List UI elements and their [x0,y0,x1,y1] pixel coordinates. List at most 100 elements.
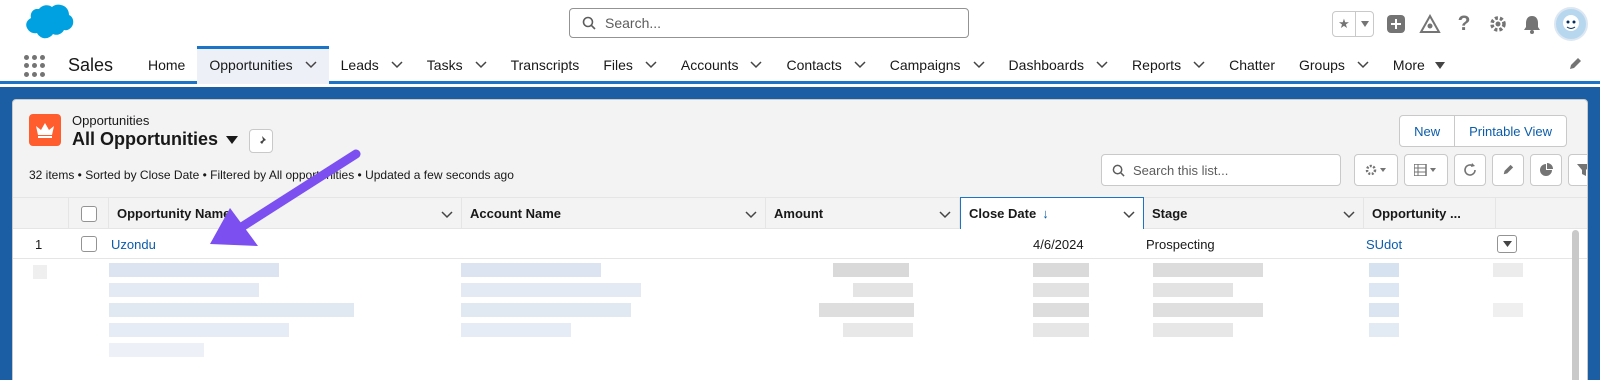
nav-tab-home[interactable]: Home [136,46,197,84]
favorites-star-icon[interactable]: ★ [1333,12,1355,36]
chevron-down-icon[interactable] [1123,207,1135,222]
nav-tab-groups[interactable]: Groups [1287,46,1381,84]
nav-tab-label: Home [148,57,186,73]
pin-icon[interactable] [249,129,273,153]
chevron-down-icon[interactable] [475,61,487,69]
list-view-tools [1354,154,1587,186]
chevron-down-icon[interactable] [1434,61,1445,69]
nav-tab-dashboards[interactable]: Dashboards [997,46,1121,84]
chevron-down-icon[interactable] [750,61,762,69]
nav-tab-leads[interactable]: Leads [329,46,415,84]
help-icon[interactable]: ? [1452,12,1476,36]
column-header-amount[interactable]: Amount [766,198,960,229]
new-button[interactable]: New [1400,116,1454,146]
column-label: Account Name [470,206,562,221]
list-view-meta: 32 items • Sorted by Close Date • Filter… [29,168,514,182]
nav-tab-campaigns[interactable]: Campaigns [878,46,997,84]
edit-list-pencil-icon[interactable] [1492,154,1524,186]
display-as-table-icon[interactable] [1404,154,1448,186]
nav-tab-contacts[interactable]: Contacts [774,46,877,84]
sort-arrow-down-icon: ↓ [1042,206,1049,221]
column-header-close-date[interactable]: Close Date ↓ [960,197,1144,230]
nav-tab-label: Tasks [426,57,463,73]
nav-tabs: Home Opportunities Leads Tasks Transcripts Fi… [136,46,1457,84]
close-date-cell: 4/6/2024 [1033,236,1084,252]
opportunity-name-link[interactable]: Uzondu [111,229,156,259]
object-label: Opportunities [72,113,150,128]
select-all-checkbox[interactable] [80,205,97,222]
list-search-input[interactable]: Search this list... [1101,154,1341,186]
column-header-opportunity-name[interactable]: Opportunity Name [109,198,462,229]
blurred-rows [13,259,1587,380]
search-icon [1112,164,1125,177]
chevron-down-icon[interactable] [1343,207,1355,222]
user-avatar[interactable] [1554,7,1588,41]
chevron-down-icon[interactable] [1193,61,1205,69]
nav-tab-chatter[interactable]: Chatter [1217,46,1287,84]
column-label: Opportunity Name [117,206,231,221]
caret-down-icon[interactable] [226,135,238,144]
owner-link[interactable]: SUdot [1366,229,1402,259]
charts-icon[interactable] [1530,154,1562,186]
add-icon[interactable] [1384,12,1408,36]
table-header: Opportunity Name Account Name Amount Clo… [13,197,1587,230]
chevron-down-icon[interactable] [441,207,453,222]
refresh-icon[interactable] [1454,154,1486,186]
global-search-placeholder: Search... [605,15,662,31]
column-header-opportunity-owner[interactable]: Opportunity ... [1364,198,1496,229]
row-checkbox[interactable] [81,236,97,252]
nav-tab-tasks[interactable]: Tasks [415,46,499,84]
app-name: Sales [68,55,114,75]
global-search-input[interactable]: Search... [569,8,969,38]
list-search-placeholder: Search this list... [1133,162,1229,178]
chevron-down-icon[interactable] [939,207,951,222]
nav-tab-files[interactable]: Files [591,46,669,84]
chevron-down-icon[interactable] [645,61,657,69]
chevron-down-icon[interactable] [854,61,866,69]
chevron-down-icon[interactable] [1497,235,1517,253]
column-label: Close Date [969,206,1037,221]
chevron-down-icon[interactable] [1096,61,1108,69]
nav-tab-label: Accounts [680,57,739,73]
list-view-card: Opportunities All Opportunities 32 items… [12,99,1588,380]
opportunity-crown-icon [29,114,61,146]
column-header-stage[interactable]: Stage [1144,198,1364,229]
column-label: Opportunity ... [1372,206,1461,221]
list-action-buttons: New Printable View [1399,115,1567,147]
filter-icon[interactable] [1568,154,1587,186]
chevron-down-icon[interactable] [1355,12,1373,36]
chevron-down-icon[interactable] [973,61,985,69]
app-navigation-bar: Sales Home Opportunities Leads Tasks Transcr… [0,46,1600,84]
row-actions[interactable] [1497,229,1517,259]
salesforce-logo[interactable] [14,4,76,46]
chevron-down-icon[interactable] [305,61,317,69]
table-row[interactable]: 1 Uzondu 4/6/2024 Prospecting SUdot [13,229,1587,259]
notifications-bell-icon[interactable] [1520,12,1544,36]
chevron-down-icon[interactable] [1357,61,1369,69]
edit-nav-pencil-icon[interactable] [1568,57,1582,74]
chevron-down-icon[interactable] [745,207,757,222]
nav-tab-reports[interactable]: Reports [1120,46,1217,84]
nav-tab-opportunities[interactable]: Opportunities [197,46,329,84]
nav-tab-label: Chatter [1229,57,1275,73]
list-view-selector[interactable]: All Opportunities [72,129,238,150]
trailhead-icon[interactable] [1418,12,1442,36]
opportunities-table: Opportunity Name Account Name Amount Clo… [13,197,1587,380]
row-number-header [13,198,69,229]
nav-tab-label: Leads [340,57,379,73]
nav-tab-transcripts[interactable]: Transcripts [499,46,592,84]
column-label: Stage [1152,206,1188,221]
global-header: Search... ★ ? [0,0,1600,46]
printable-view-button[interactable]: Printable View [1454,116,1566,146]
column-label: Amount [774,206,824,221]
nav-tab-accounts[interactable]: Accounts [669,46,775,84]
nav-tab-more[interactable]: More [1381,46,1457,84]
chevron-down-icon[interactable] [391,61,403,69]
scrollbar[interactable] [1572,230,1579,380]
list-view-name: All Opportunities [72,129,218,149]
list-settings-gear-icon[interactable] [1354,154,1398,186]
column-header-account-name[interactable]: Account Name [462,198,766,229]
favorites-control[interactable]: ★ [1332,11,1374,37]
setup-gear-icon[interactable] [1486,12,1510,36]
app-launcher-icon[interactable] [24,55,46,77]
